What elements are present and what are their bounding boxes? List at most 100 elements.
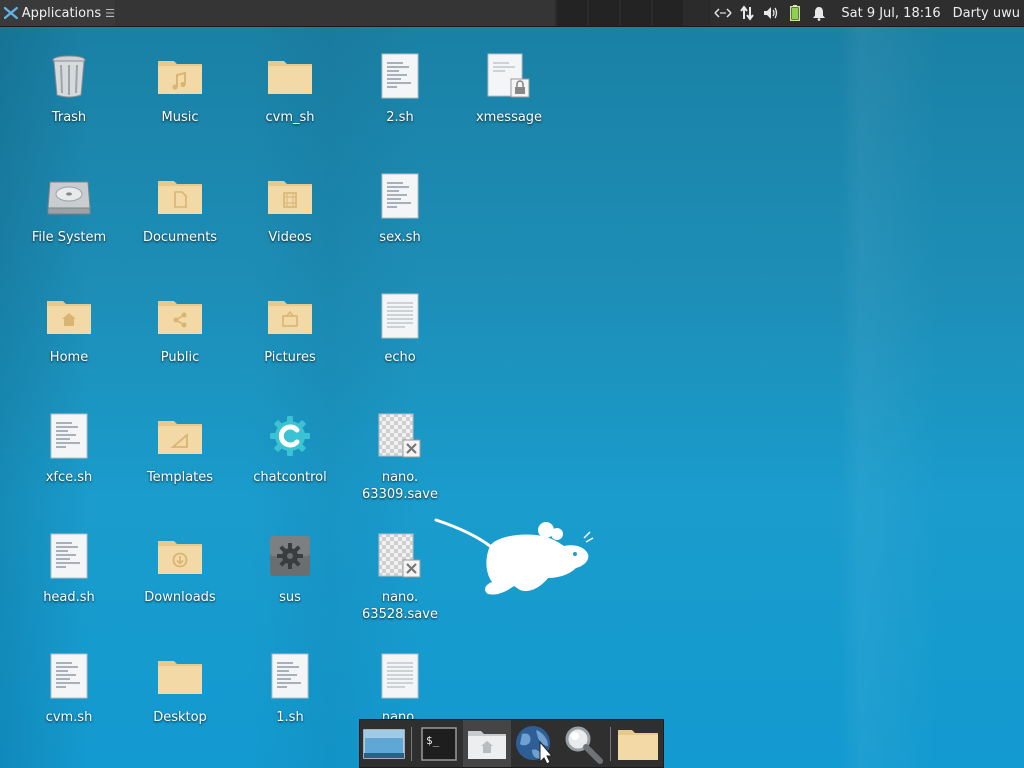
icon-label: File System [31, 230, 107, 245]
terminal-icon: $_ [421, 726, 457, 761]
icon-label: sex.sh [379, 230, 421, 245]
web-browser-icon [516, 725, 554, 764]
desktop-icon-sex-sh[interactable]: sex.sh [345, 172, 455, 246]
script-file-icon [376, 172, 424, 220]
videos-folder-icon [266, 172, 314, 220]
desktop-icon-public[interactable]: Public [125, 292, 235, 366]
volume-icon[interactable] [759, 0, 783, 26]
workspace-3[interactable] [621, 0, 651, 26]
desktop-icon-trash[interactable]: Trash [14, 52, 124, 126]
desktop-icon-file-system[interactable]: File System [14, 172, 124, 246]
menu-icon: ☰ [105, 6, 115, 20]
desktop-icon-desktop[interactable]: Desktop [125, 652, 235, 726]
desktop-icon-head-sh[interactable]: head.sh [14, 532, 124, 606]
desktop-icon-sus[interactable]: sus [235, 532, 345, 606]
public-folder-icon [156, 292, 204, 340]
broken-file-icon [376, 532, 424, 580]
top-panel: Applications ☰ Sat 9 Jul, 18:16 Darty uw… [0, 0, 1024, 27]
xfce-logo-icon [4, 6, 18, 20]
file-manager-folder-icon [618, 729, 658, 760]
desktop-icon-cvm-sh[interactable]: cvm.sh [14, 652, 124, 726]
desktop-icon-downloads[interactable]: Downloads [125, 532, 235, 606]
user-menu[interactable]: Darty uwu [953, 6, 1020, 21]
window-buttons-area [115, 0, 555, 26]
desktop-icon-nano[interactable]: nano. [345, 652, 455, 726]
script-file-icon [376, 52, 424, 100]
icon-label: Home [49, 350, 89, 365]
dock-web-browser[interactable] [511, 720, 559, 767]
notification-bell-icon[interactable] [807, 0, 831, 26]
downloads-folder-icon [156, 532, 204, 580]
dock-home-folder[interactable] [463, 720, 511, 767]
xfce-mouse-logo [434, 518, 594, 595]
applications-menu-button[interactable]: Applications ☰ [0, 0, 115, 26]
icon-label: cvm.sh [45, 710, 93, 725]
desktop-icon-documents[interactable]: Documents [125, 172, 235, 246]
icon-label: Music [161, 110, 199, 125]
clock[interactable]: Sat 9 Jul, 18:16 [841, 6, 940, 21]
dock-separator [610, 726, 611, 761]
icon-label: Trash [51, 110, 87, 125]
desktop-icon-templates[interactable]: Templates [125, 412, 235, 486]
dock-file-manager[interactable] [614, 720, 662, 767]
desktop-icon-echo[interactable]: echo [345, 292, 455, 366]
icon-label: sus [279, 590, 301, 605]
icon-label: chatcontrol [253, 470, 327, 485]
text-file-icon [376, 652, 424, 700]
hard-drive-icon [45, 172, 93, 220]
broken-file-icon [376, 412, 424, 460]
desktop-icon-xmessage[interactable]: xmessage [454, 52, 564, 126]
script-file-icon [45, 412, 93, 460]
icon-label: Public [160, 350, 200, 365]
icon-label: Desktop [153, 710, 207, 725]
dock-terminal[interactable]: $_ [415, 720, 463, 767]
templates-folder-icon [156, 412, 204, 460]
icon-label: head.sh [43, 590, 95, 605]
home-folder-icon [468, 730, 506, 759]
desktop-icon-chatcontrol[interactable]: chatcontrol [235, 412, 345, 486]
folder-icon [156, 652, 204, 700]
search-magnifier-icon [565, 726, 603, 764]
workspace-4[interactable] [653, 0, 683, 26]
icon-label: nano. 63309.save [362, 470, 438, 502]
desktop-icon-2-sh[interactable]: 2.sh [345, 52, 455, 126]
bottom-dock: $_ [359, 719, 664, 768]
script-file-icon [45, 532, 93, 580]
desktop-icon-pictures[interactable]: Pictures [235, 292, 345, 366]
icon-label: nano. 63528.save [362, 590, 438, 622]
transfer-icon[interactable] [735, 0, 759, 26]
show-desktop-icon [363, 728, 405, 759]
text-file-icon [376, 292, 424, 340]
desktop-icon-xfce-sh[interactable]: xfce.sh [14, 412, 124, 486]
documents-folder-icon [156, 172, 204, 220]
dock-separator [411, 726, 412, 761]
dock-show-desktop[interactable] [360, 720, 408, 767]
icon-label: 1.sh [276, 710, 304, 725]
script-file-icon [266, 652, 314, 700]
icon-label: Pictures [264, 350, 316, 365]
music-folder-icon [156, 52, 204, 100]
system-tray: Sat 9 Jul, 18:16 Darty uwu [711, 0, 1024, 26]
icon-label: Templates [146, 470, 214, 485]
workspace-2[interactable] [589, 0, 619, 26]
desktop-icon-home[interactable]: Home [14, 292, 124, 366]
icon-label: 2.sh [386, 110, 414, 125]
desktop-icon-music[interactable]: Music [125, 52, 235, 126]
trash-icon [45, 52, 93, 100]
battery-icon[interactable] [783, 0, 807, 26]
settings-executable-icon [266, 532, 314, 580]
icon-label: Documents [142, 230, 218, 245]
script-file-icon [45, 652, 93, 700]
network-arrows-icon[interactable] [711, 0, 735, 26]
workspace-1[interactable] [557, 0, 587, 26]
dock-search[interactable] [559, 720, 607, 767]
desktop-icon-1-sh[interactable]: 1.sh [235, 652, 345, 726]
icon-label: Downloads [144, 590, 216, 605]
folder-icon [266, 52, 314, 100]
desktop-icon-cvm-sh-folder[interactable]: cvm_sh [235, 52, 345, 126]
desktop-icon-nano-63309-save[interactable]: nano. 63309.save [345, 412, 455, 503]
desktop-icon-videos[interactable]: Videos [235, 172, 345, 246]
icon-label: Videos [268, 230, 312, 245]
pictures-folder-icon [266, 292, 314, 340]
icon-label: xfce.sh [45, 470, 93, 485]
